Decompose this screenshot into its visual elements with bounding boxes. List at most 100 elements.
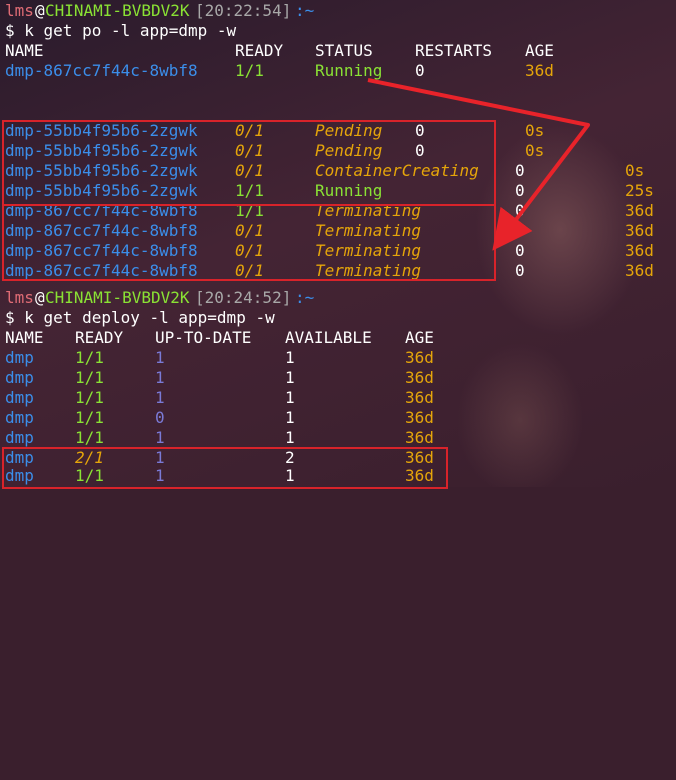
deploy-up-to-date: 1 [155, 428, 165, 447]
table-row: dmp-55bb4f95b6-2zgwk 0/1 Pending 0 0s [5, 121, 544, 141]
deploy-up-to-date: 1 [155, 348, 165, 367]
table-row: dmp-867cc7f44c-8wbf8 0/1 Terminating 0 3… [5, 221, 654, 241]
pod-ready: 0/1 [235, 161, 264, 180]
pod-status: Terminating [315, 201, 421, 220]
deploy-age: 36d [405, 388, 434, 407]
col-ready: READY [235, 41, 284, 60]
pod-ready: 1/1 [235, 181, 264, 200]
deploy-up-to-date: 0 [155, 408, 165, 427]
col-restarts: RESTARTS [415, 41, 493, 60]
deploy-up-to-date: 1 [155, 388, 165, 407]
pod-name: dmp-55bb4f95b6-2zgwk [5, 181, 198, 200]
pod-name: dmp-867cc7f44c-8wbf8 [5, 221, 198, 240]
deploy-available: 2 [285, 448, 295, 467]
pod-restarts: 0 [515, 261, 525, 280]
deploy-age: 36d [405, 466, 434, 485]
shell-prompt-2: lms @ CHINAMI-BVBDV2K [20:24:52] :~ [5, 288, 314, 308]
prompt-host: CHINAMI-BVBDV2K [45, 288, 190, 307]
deploy-table-header: NAME READY UP-TO-DATE AVAILABLE AGE [5, 328, 434, 348]
deploy-available: 1 [285, 466, 295, 485]
table-row: dmp-867cc7f44c-8wbf8 0/1 Terminating 0 3… [5, 261, 654, 281]
table-row: dmp-55bb4f95b6-2zgwk 1/1 Running 0 25s [5, 181, 654, 201]
deploy-name: dmp [5, 388, 34, 407]
shell-prompt-1: lms @ CHINAMI-BVBDV2K [20:22:54] :~ [5, 1, 314, 21]
deploy-age: 36d [405, 348, 434, 367]
pod-restarts: 0 [515, 221, 525, 240]
deploy-ready: 1/1 [75, 428, 104, 447]
deploy-ready: 1/1 [75, 368, 104, 387]
prompt-tail: :~ [295, 288, 315, 307]
pod-status: Terminating [315, 241, 421, 260]
table-row: dmp 2/1 1 2 36d [5, 448, 434, 468]
pod-age: 25s [625, 181, 654, 200]
deploy-age: 36d [405, 448, 434, 467]
table-row: dmp 1/1 1 1 36d [5, 466, 434, 486]
table-row: dmp 1/1 1 1 36d [5, 388, 434, 408]
pod-age: 36d [625, 261, 654, 280]
col-ready: READY [75, 328, 124, 347]
deploy-ready: 1/1 [75, 388, 104, 407]
deploy-up-to-date: 1 [155, 466, 165, 485]
terminal-output[interactable]: lms @ CHINAMI-BVBDV2K [20:22:54] :~ $ k … [5, 0, 676, 780]
pod-name: dmp-867cc7f44c-8wbf8 [5, 241, 198, 260]
pod-ready: 1/1 [235, 201, 264, 220]
table-row: dmp 1/1 1 1 36d [5, 368, 434, 388]
command-line-1: $ k get po -l app=dmp -w [5, 21, 237, 40]
pod-status: Terminating [315, 221, 421, 240]
pod-status: Running [315, 61, 383, 80]
pod-ready: 0/1 [235, 241, 264, 260]
deploy-ready: 1/1 [75, 466, 104, 485]
deploy-age: 36d [405, 368, 434, 387]
deploy-name: dmp [5, 448, 34, 467]
pod-restarts: 0 [515, 241, 525, 260]
table-row: dmp 1/1 1 1 36d [5, 348, 434, 368]
pod-restarts: 0 [515, 201, 525, 220]
col-name: NAME [5, 328, 44, 347]
deploy-name: dmp [5, 348, 34, 367]
pod-ready: 0/1 [235, 261, 264, 280]
deploy-available: 1 [285, 348, 295, 367]
col-name: NAME [5, 41, 44, 60]
pod-ready: 0/1 [235, 221, 264, 240]
pod-name: dmp-867cc7f44c-8wbf8 [5, 261, 198, 280]
pod-age: 0s [525, 121, 545, 140]
prompt-time: [20:22:54] [195, 1, 292, 20]
prompt-at: @ [35, 1, 45, 20]
deploy-name: dmp [5, 368, 34, 387]
deploy-available: 1 [285, 408, 295, 427]
command-line-2: $ k get deploy -l app=dmp -w [5, 308, 275, 327]
pod-age: 0s [525, 141, 545, 160]
pod-age: 36d [525, 61, 554, 80]
pod-status: Terminating [315, 261, 421, 280]
pod-status: ContainerCreating [315, 161, 479, 180]
pod-age: 36d [625, 201, 654, 220]
table-row: dmp-867cc7f44c-8wbf8 1/1 Running 0 36d [5, 61, 554, 81]
table-row: dmp-55bb4f95b6-2zgwk 0/1 Pending 0 0s [5, 141, 544, 161]
pod-name: dmp-55bb4f95b6-2zgwk [5, 161, 198, 180]
col-available: AVAILABLE [285, 328, 372, 347]
deploy-name: dmp [5, 466, 34, 485]
pods-table-header: NAME READY STATUS RESTARTS AGE [5, 41, 554, 61]
deploy-ready: 1/1 [75, 408, 104, 427]
deploy-name: dmp [5, 428, 34, 447]
deploy-age: 36d [405, 408, 434, 427]
table-row: dmp 1/1 0 1 36d [5, 408, 434, 428]
pod-restarts: 0 [415, 141, 425, 160]
pod-name: dmp-867cc7f44c-8wbf8 [5, 201, 198, 220]
deploy-ready: 1/1 [75, 348, 104, 367]
table-row: dmp-867cc7f44c-8wbf8 0/1 Terminating 0 3… [5, 241, 654, 261]
deploy-available: 1 [285, 428, 295, 447]
col-age: AGE [405, 328, 434, 347]
pod-status: Pending [315, 121, 383, 140]
pod-age: 36d [625, 221, 654, 240]
table-row: dmp 1/1 1 1 36d [5, 428, 434, 448]
prompt-host: CHINAMI-BVBDV2K [45, 1, 190, 20]
pod-age: 36d [625, 241, 654, 260]
col-age: AGE [525, 41, 554, 60]
pod-restarts: 0 [515, 181, 525, 200]
deploy-available: 1 [285, 388, 295, 407]
pod-ready: 0/1 [235, 141, 264, 160]
prompt-user: lms [5, 288, 34, 307]
deploy-up-to-date: 1 [155, 368, 165, 387]
table-row: dmp-867cc7f44c-8wbf8 1/1 Terminating 0 3… [5, 201, 654, 221]
